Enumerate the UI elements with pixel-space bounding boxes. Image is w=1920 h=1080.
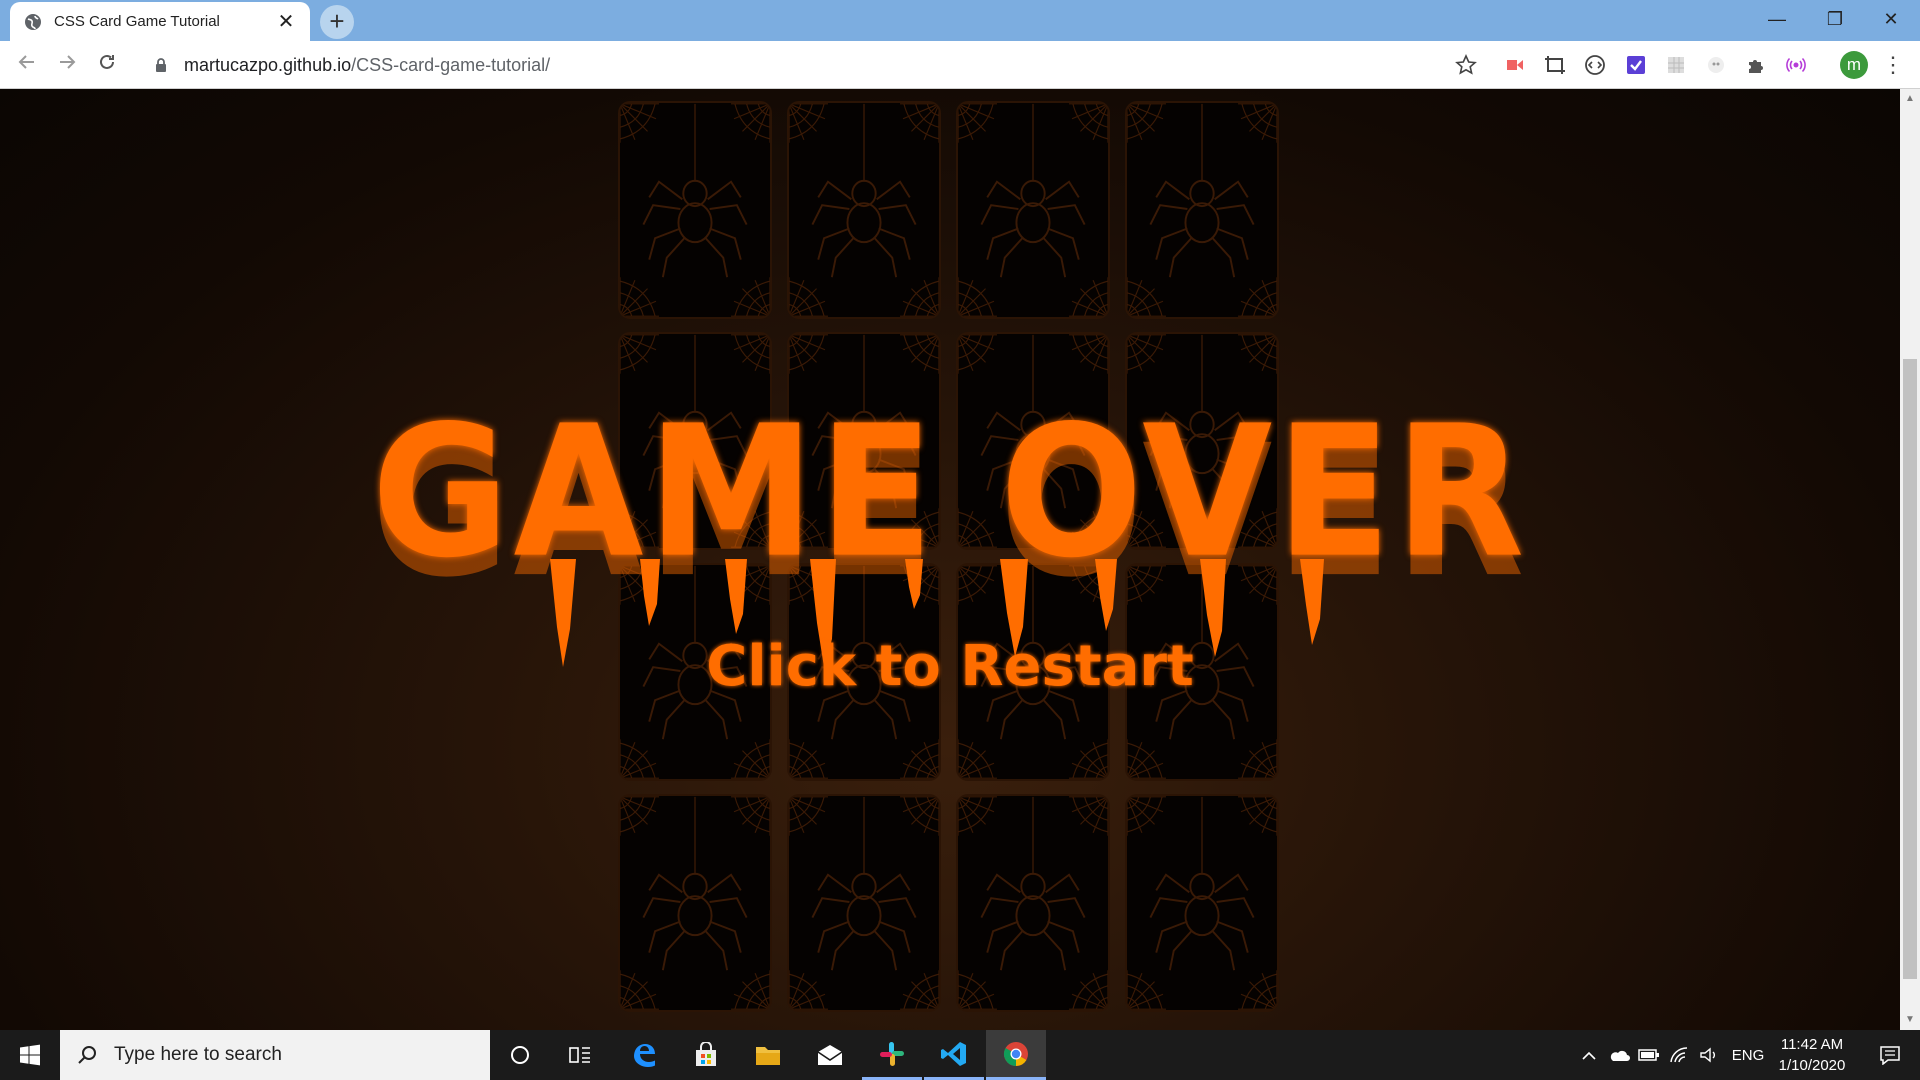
clock-time: 11:42 AM — [1780, 1036, 1844, 1053]
clock-date: 1/10/2020 — [1778, 1057, 1846, 1074]
page-viewport: GAME OVER Click to Restart — [0, 89, 1900, 1030]
notifications-icon[interactable] — [1866, 1030, 1914, 1080]
reload-button[interactable] — [91, 49, 123, 81]
scroll-down-arrow[interactable]: ▼ — [1900, 1010, 1920, 1030]
mail-icon[interactable] — [800, 1030, 860, 1080]
profile-avatar[interactable]: m — [1840, 51, 1868, 79]
address-bar[interactable]: martucazpo.github.io/CSS-card-game-tutor… — [140, 47, 1490, 83]
page-scrollbar[interactable]: ▲ ▼ — [1900, 89, 1920, 1030]
tab-title: CSS Card Game Tutorial — [54, 13, 220, 30]
windows-logo-icon — [20, 1044, 40, 1066]
chrome-icon[interactable] — [986, 1030, 1046, 1080]
close-window-button[interactable]: ✕ — [1862, 0, 1920, 41]
task-view-icon[interactable] — [550, 1030, 610, 1080]
browser-menu-button[interactable]: ⋮ — [1882, 51, 1904, 79]
url-path: /CSS-card-game-tutorial/ — [351, 54, 551, 75]
browser-toolbar: martucazpo.github.io/CSS-card-game-tutor… — [0, 41, 1920, 89]
search-placeholder: Type here to search — [114, 1044, 282, 1065]
onedrive-icon[interactable] — [1606, 1030, 1632, 1080]
reload-icon — [100, 54, 114, 69]
bookmark-star-icon[interactable] — [1454, 53, 1478, 77]
tab-close-icon[interactable]: ✕ — [276, 12, 296, 32]
cortana-icon[interactable] — [490, 1030, 550, 1080]
volume-icon[interactable] — [1696, 1030, 1722, 1080]
broadcast-icon[interactable] — [1784, 53, 1808, 77]
lock-icon — [156, 58, 166, 72]
battery-icon[interactable] — [1636, 1030, 1662, 1080]
start-button[interactable] — [0, 1030, 60, 1080]
url-domain: martucazpo.github.io — [184, 54, 352, 75]
taskbar-search[interactable]: Type here to search — [60, 1030, 490, 1080]
new-tab-button[interactable]: + — [320, 5, 354, 39]
minimize-button[interactable]: — — [1748, 0, 1806, 41]
screencast-icon[interactable] — [1503, 53, 1527, 77]
input-language[interactable]: ENG — [1728, 1030, 1768, 1080]
slack-icon[interactable] — [862, 1030, 922, 1080]
file-explorer-icon[interactable] — [738, 1030, 798, 1080]
game-over-overlay[interactable]: GAME OVER Click to Restart — [0, 89, 1900, 1030]
browser-tab-strip: CSS Card Game Tutorial ✕ + — ❐ ✕ — [0, 0, 1920, 41]
url-text: martucazpo.github.io/CSS-card-game-tutor… — [184, 55, 550, 76]
globe-icon — [25, 13, 41, 30]
scroll-thumb[interactable] — [1903, 359, 1917, 979]
grid-extension-icon[interactable] — [1664, 53, 1688, 77]
back-button[interactable] — [11, 49, 43, 81]
show-hidden-icons-icon[interactable] — [1578, 1030, 1600, 1080]
arrow-left-icon — [18, 55, 34, 69]
scroll-up-arrow[interactable]: ▲ — [1900, 89, 1920, 109]
code-icon[interactable] — [1583, 53, 1607, 77]
windows-taskbar: Type here to search ENG 11:42 AM 1/10/20… — [0, 1030, 1920, 1080]
arrow-right-icon — [60, 55, 76, 69]
wifi-icon[interactable] — [1666, 1030, 1692, 1080]
restart-button[interactable]: Click to Restart — [0, 634, 1900, 699]
store-icon[interactable] — [676, 1030, 736, 1080]
vscode-icon[interactable] — [924, 1030, 984, 1080]
restore-button[interactable]: ❐ — [1806, 0, 1864, 41]
system-clock[interactable]: 11:42 AM 1/10/2020 — [1764, 1034, 1860, 1076]
screenshot-icon[interactable] — [1543, 53, 1567, 77]
forward-button[interactable] — [51, 49, 83, 81]
browser-tab[interactable]: CSS Card Game Tutorial ✕ — [10, 2, 310, 41]
search-icon — [78, 1046, 96, 1064]
spider-extension-icon[interactable] — [1704, 53, 1728, 77]
edge-icon[interactable] — [614, 1030, 674, 1080]
puzzle-icon[interactable] — [1744, 53, 1768, 77]
checkmark-extension-icon[interactable] — [1624, 53, 1648, 77]
